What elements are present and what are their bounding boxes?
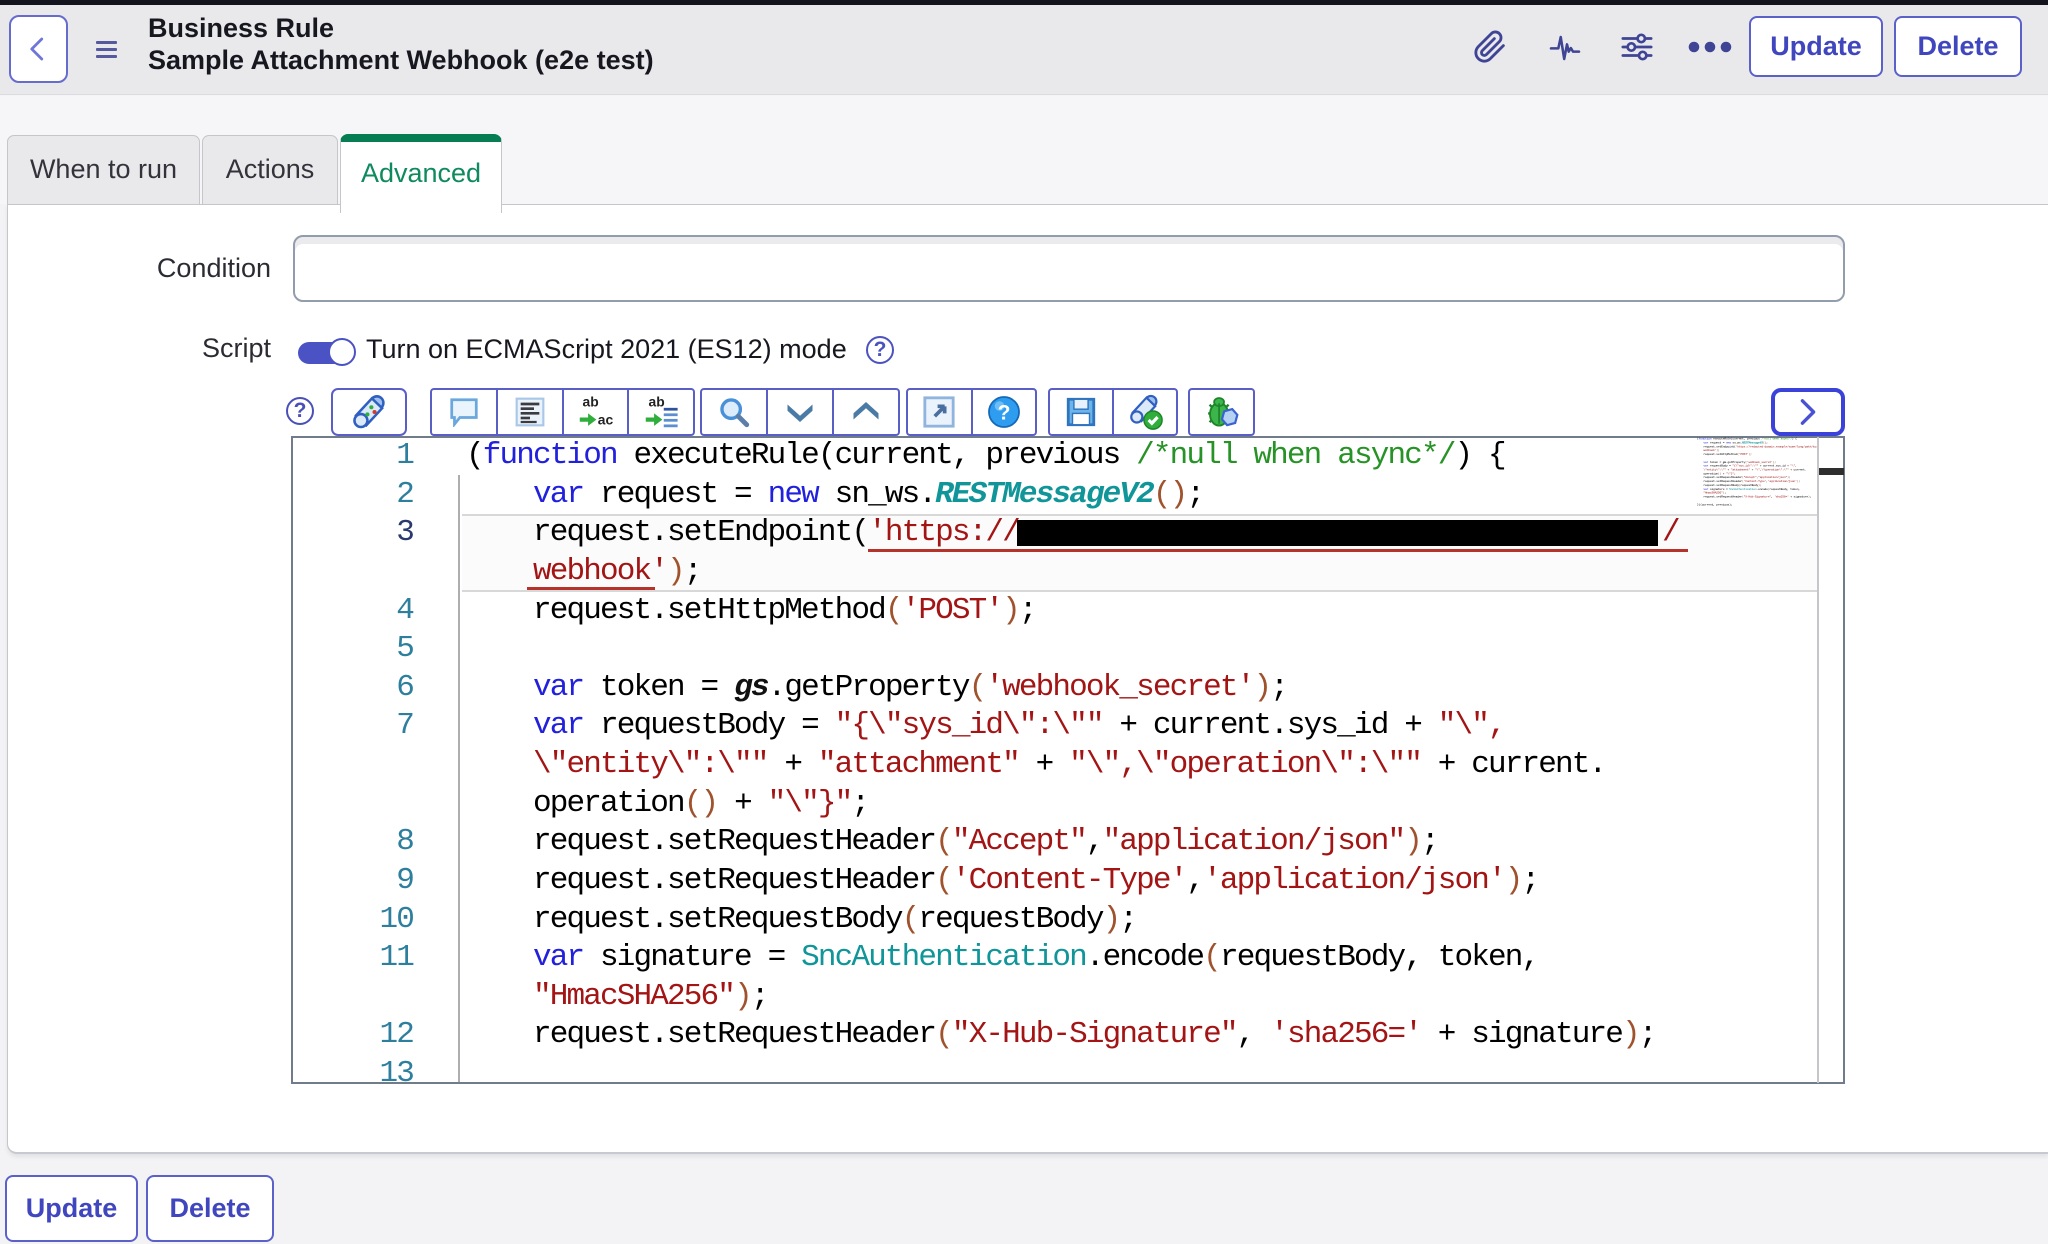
svg-text:ab: ab [649, 394, 665, 409]
svg-text:ac: ac [598, 411, 613, 427]
svg-text:ab: ab [583, 394, 599, 409]
svg-text:?: ? [997, 402, 1010, 425]
